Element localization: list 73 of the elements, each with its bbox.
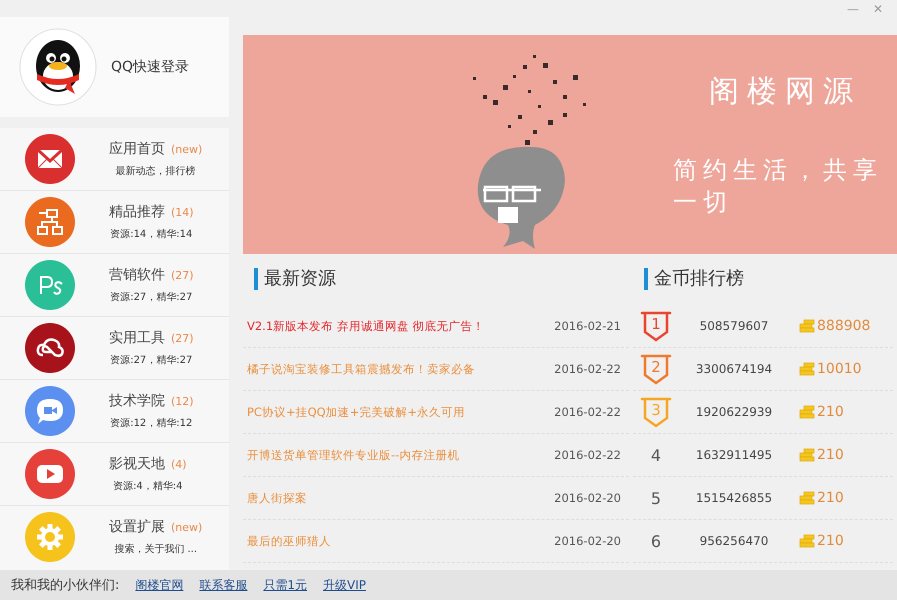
user-id: 1920622939 [694,405,774,419]
sidebar-item[interactable]: 实用工具 (27) 资源:27，精华:27 [0,317,229,380]
item-count: (new) [171,521,202,534]
news-date: 2016-02-20 [554,534,621,548]
user-id: 1515426855 [694,491,774,505]
sidebar-item[interactable]: 应用首页 (new) 最新动态，排行榜 [0,128,229,191]
coins-icon [799,534,815,548]
item-detail: 搜索，关于我们 ... [114,542,198,556]
gear-icon [35,522,65,552]
item-detail: 资源:14，精华:14 [110,228,192,241]
user-id: 508579607 [698,319,770,333]
section-heading: 最新资源 [254,268,336,290]
item-detail: 最新动态，排行榜 [116,164,196,178]
coin-amount: 10010 [817,361,862,377]
penguin-avatar-icon[interactable] [19,28,97,106]
item-title: 技术学院 [109,392,165,410]
coin-amount: 210 [817,490,844,506]
item-count: (27) [171,332,194,345]
news-date: 2016-02-20 [554,491,621,505]
item-count: (4) [171,458,187,471]
rank-number: 6 [650,532,662,550]
item-detail: 资源:27，精华:27 [110,290,192,304]
news-date: 2016-02-21 [554,319,621,333]
item-title: 影视天地 [109,455,165,473]
banner-slogan: 简约生活，共享一切 [673,155,884,218]
sidebar-item[interactable]: 精品推荐 (14) 资源:14，精华:14 [0,191,229,254]
sidebar-item[interactable]: 设置扩展 (new) 搜索，关于我们 ... [0,506,229,568]
item-title: 营销软件 [109,266,165,284]
item-detail: 资源:27，精华:27 [110,354,192,367]
coins-icon [799,319,815,333]
user-id: 3300674194 [694,362,774,376]
item-title: 应用首页 [109,140,165,158]
rank-medal: 3 [638,396,674,428]
news-date: 2016-02-22 [554,448,621,462]
item-title: 设置扩展 [109,518,165,536]
sidebar-item[interactable]: 技术学院 (12) 资源:12，精华:12 [0,380,229,443]
item-count: (new) [171,143,202,156]
news-date: 2016-02-22 [554,362,621,376]
user-id: 956256470 [698,534,770,548]
coin-amount: 210 [817,404,844,420]
item-title: 精品推荐 [109,203,165,221]
coins-icon [799,448,815,462]
sitemap-icon [35,207,65,237]
rank-number: 4 [650,446,662,464]
chat-bubble-icon [35,396,65,426]
item-count: (12) [171,395,194,408]
login-link[interactable]: QQ快速登录 [111,58,190,76]
rank-medal: 2 [638,353,674,385]
item-detail: 资源:12，精华:12 [110,416,192,430]
footer-link[interactable]: 阁楼官网 [135,576,184,594]
user-id: 1632911495 [694,448,774,462]
item-detail: 资源:4，精华:4 [113,480,183,493]
banner-title: 阁楼网源 [709,73,861,111]
rank-number: 5 [650,488,662,508]
coin-amount: 888908 [817,318,870,334]
coins-icon [799,491,815,505]
coin-amount: 210 [817,533,844,549]
section-heading: 金币排行榜 [644,268,744,290]
item-title: 实用工具 [109,329,165,347]
coin-amount: 210 [817,447,844,463]
item-count: (27) [171,269,194,282]
coins-icon [799,362,815,376]
sidebar-item[interactable]: 影视天地 (4) 资源:4，精华:4 [0,443,229,506]
footer-link[interactable]: 只需1元 [263,576,308,594]
news-link[interactable]: V2.1新版本发布 弃用诚通网盘 彻底无广告！ [247,318,484,334]
rank-medal: 1 [638,310,674,342]
footer-label: 我和我的小伙伴们: [11,577,120,594]
coins-icon [799,405,815,419]
item-count: (14) [171,206,194,219]
footer-link[interactable]: 升级VIP [323,576,366,594]
news-date: 2016-02-22 [554,405,621,419]
footer-link[interactable]: 联系客服 [199,576,248,594]
sidebar-item[interactable]: 营销软件 (27) 资源:27，精华:27 [0,254,229,317]
